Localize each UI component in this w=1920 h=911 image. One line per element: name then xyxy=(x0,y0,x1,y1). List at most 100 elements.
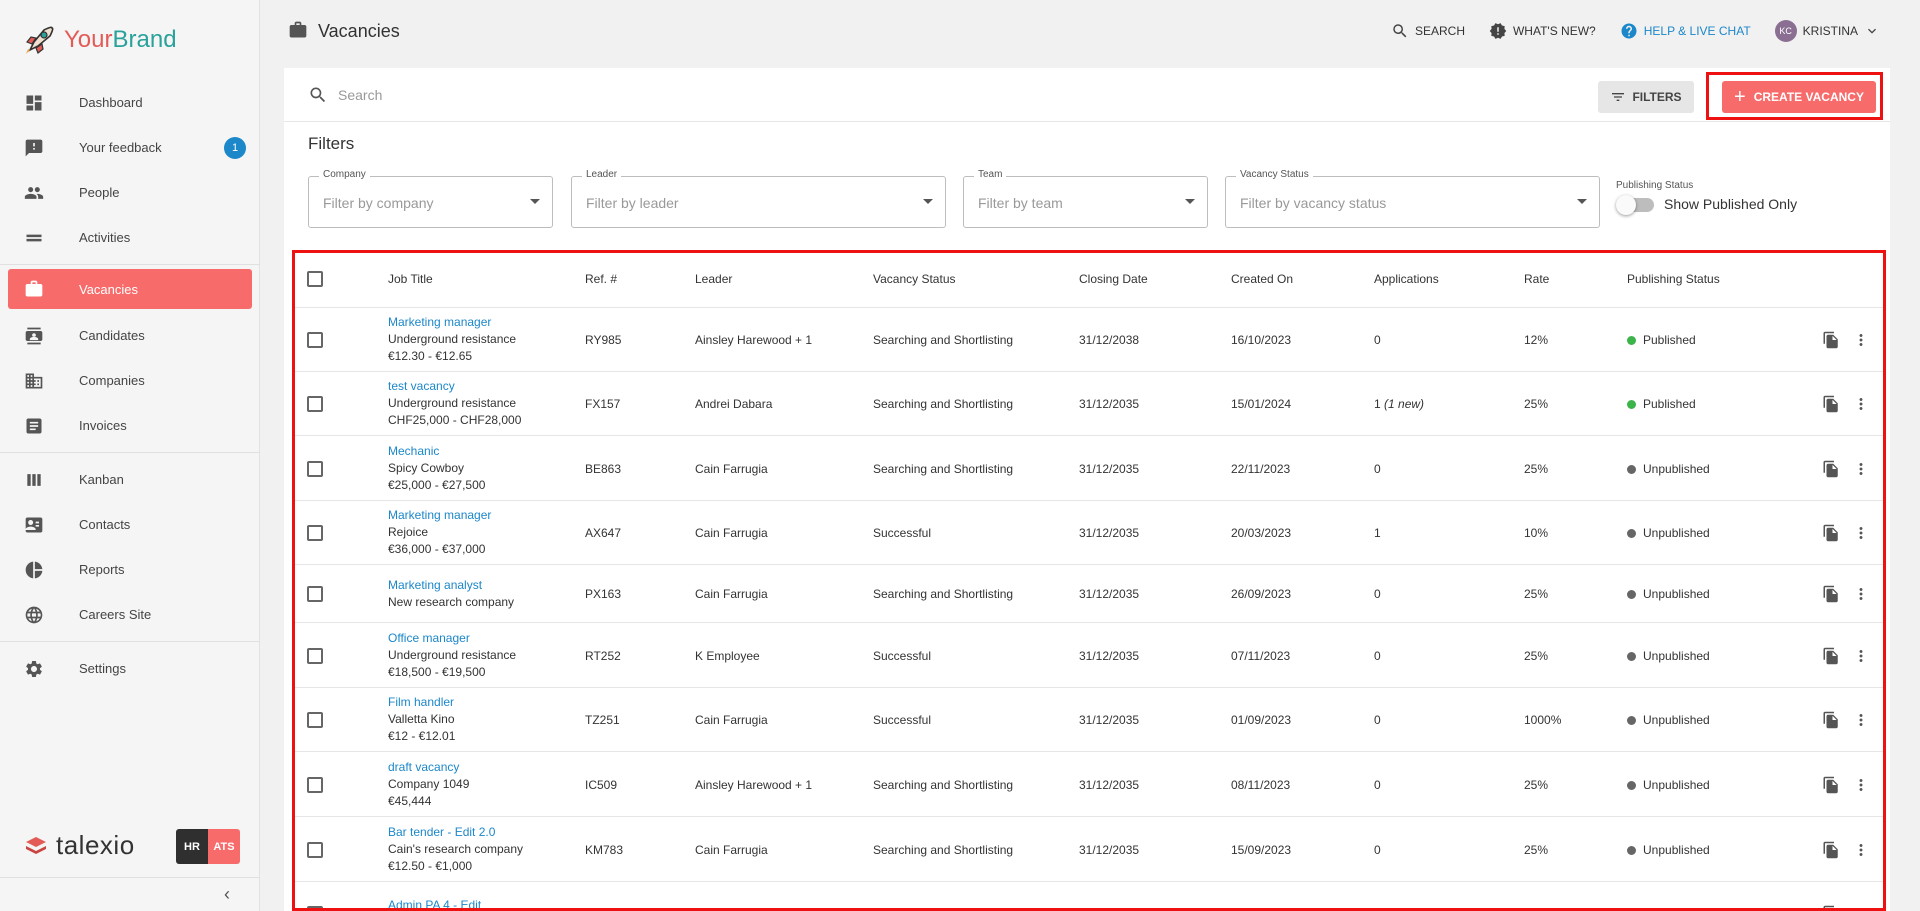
help-live-chat-button[interactable]: HELP & LIVE CHAT xyxy=(1620,22,1751,40)
sidebar-item-reports[interactable]: Reports xyxy=(8,547,252,592)
ats-toggle[interactable]: ATS xyxy=(208,829,240,864)
search-input[interactable] xyxy=(338,86,1338,103)
table-row[interactable]: draft vacancy Company 1049 €45,444 IC509 Ain… xyxy=(292,752,1886,817)
company-filter[interactable]: Company Filter by company xyxy=(308,169,553,228)
applications-link[interactable]: 1 xyxy=(1374,526,1381,540)
sidebar-item-candidates[interactable]: Candidates xyxy=(8,313,252,358)
row-checkbox[interactable] xyxy=(307,332,323,348)
more-vert-icon[interactable] xyxy=(1852,331,1870,352)
job-title-link[interactable]: Marketing manager xyxy=(388,314,516,331)
column-header-created-on[interactable]: Created On xyxy=(1231,272,1293,286)
duplicate-icon[interactable] xyxy=(1822,711,1840,732)
more-vert-icon[interactable] xyxy=(1852,905,1870,911)
job-title-link[interactable]: Bar tender - Edit 2.0 xyxy=(388,824,523,841)
column-header-publishing-status[interactable]: Publishing Status xyxy=(1627,272,1720,286)
applications-link[interactable]: 1 (1 new) xyxy=(1374,397,1424,411)
user-menu[interactable]: KC KRISTINA xyxy=(1774,20,1880,42)
job-title-link[interactable]: draft vacancy xyxy=(388,759,469,776)
sidebar-item-careers-site[interactable]: Careers Site xyxy=(8,592,252,637)
column-header-ref[interactable]: Ref. # xyxy=(585,272,617,286)
leader-filter[interactable]: Leader Filter by leader xyxy=(571,169,946,228)
table-row[interactable]: Marketing manager Rejoice €36,000 - €37,00… xyxy=(292,501,1886,565)
sidebar-item-kanban[interactable]: Kanban xyxy=(8,457,252,502)
duplicate-icon[interactable] xyxy=(1822,331,1840,352)
job-title-link[interactable]: Film handler xyxy=(388,694,455,711)
column-header-applications[interactable]: Applications xyxy=(1374,272,1439,286)
more-vert-icon[interactable] xyxy=(1852,647,1870,668)
row-checkbox[interactable] xyxy=(307,586,323,602)
sidebar-item-settings[interactable]: Settings xyxy=(8,646,252,691)
row-checkbox[interactable] xyxy=(307,712,323,728)
table-row[interactable]: Film handler Valletta Kino €12 - €12.01 TZ2… xyxy=(292,688,1886,752)
row-checkbox[interactable] xyxy=(307,525,323,541)
row-checkbox[interactable] xyxy=(307,777,323,793)
sidebar-item-companies[interactable]: Companies xyxy=(8,358,252,403)
table-row[interactable]: Mechanic Spicy Cowboy €25,000 - €27,500 BE8… xyxy=(292,436,1886,501)
table-row[interactable]: Admin PA 4 - EditCain's research company… xyxy=(292,882,1886,911)
global-search-button[interactable]: SEARCH xyxy=(1391,22,1465,40)
more-vert-icon[interactable] xyxy=(1852,460,1870,481)
column-header-leader[interactable]: Leader xyxy=(695,272,732,286)
applications-link[interactable]: 0 xyxy=(1374,778,1381,792)
job-title-link[interactable]: Admin PA 4 - Edit xyxy=(388,897,523,911)
duplicate-icon[interactable] xyxy=(1822,905,1840,911)
sidebar-item-vacancies[interactable]: Vacancies xyxy=(8,269,252,309)
more-vert-icon[interactable] xyxy=(1852,395,1870,416)
table-row[interactable]: Marketing analyst New research company PX1… xyxy=(292,565,1886,623)
job-company: Valletta Kino xyxy=(388,712,455,726)
column-header-job-title[interactable]: Job Title xyxy=(388,272,433,286)
collapse-sidebar-button[interactable]: ‹ xyxy=(0,877,260,911)
sidebar-item-feedback[interactable]: Your feedback 1 xyxy=(8,125,252,170)
row-checkbox[interactable] xyxy=(307,906,323,911)
whats-new-button[interactable]: WHAT'S NEW? xyxy=(1489,22,1596,40)
sidebar-item-contacts[interactable]: Contacts xyxy=(8,502,252,547)
team-filter[interactable]: Team Filter by team xyxy=(963,169,1208,228)
duplicate-icon[interactable] xyxy=(1822,395,1840,416)
hr-toggle[interactable]: HR xyxy=(176,829,208,864)
row-checkbox[interactable] xyxy=(307,648,323,664)
applications-link[interactable]: 0 xyxy=(1374,649,1381,663)
applications-link[interactable]: 0 xyxy=(1374,907,1381,911)
select-all-checkbox[interactable] xyxy=(307,271,323,287)
job-title-link[interactable]: Office manager xyxy=(388,630,516,647)
vacancy-status-filter[interactable]: Vacancy Status Filter by vacancy status xyxy=(1225,169,1600,228)
sidebar-item-people[interactable]: People xyxy=(8,170,252,215)
row-checkbox[interactable] xyxy=(307,396,323,412)
more-vert-icon[interactable] xyxy=(1852,841,1870,862)
column-header-rate[interactable]: Rate xyxy=(1524,272,1549,286)
sidebar-item-dashboard[interactable]: Dashboard xyxy=(8,80,252,125)
sidebar-item-activities[interactable]: Activities xyxy=(8,215,252,260)
more-vert-icon[interactable] xyxy=(1852,711,1870,732)
job-title-link[interactable]: Marketing manager xyxy=(388,507,491,524)
applications-link[interactable]: 0 xyxy=(1374,462,1381,476)
duplicate-icon[interactable] xyxy=(1822,647,1840,668)
more-vert-icon[interactable] xyxy=(1852,585,1870,606)
hr-ats-switch[interactable]: HR ATS xyxy=(176,829,240,864)
applications-link[interactable]: 0 xyxy=(1374,333,1381,347)
applications-link[interactable]: 0 xyxy=(1374,587,1381,601)
more-vert-icon[interactable] xyxy=(1852,776,1870,797)
published-only-toggle[interactable] xyxy=(1616,195,1654,215)
duplicate-icon[interactable] xyxy=(1822,776,1840,797)
row-checkbox[interactable] xyxy=(307,461,323,477)
brand-logo[interactable]: YourBrand xyxy=(0,0,259,80)
more-vert-icon[interactable] xyxy=(1852,524,1870,545)
sidebar-item-invoices[interactable]: Invoices xyxy=(8,403,252,448)
filters-button[interactable]: FILTERS xyxy=(1598,81,1694,113)
job-title-link[interactable]: test vacancy xyxy=(388,378,521,395)
applications-link[interactable]: 0 xyxy=(1374,713,1381,727)
table-row[interactable]: Office manager Underground resistance €18,… xyxy=(292,623,1886,688)
duplicate-icon[interactable] xyxy=(1822,460,1840,481)
duplicate-icon[interactable] xyxy=(1822,585,1840,606)
job-title-link[interactable]: Mechanic xyxy=(388,443,485,460)
job-title-link[interactable]: Marketing analyst xyxy=(388,577,514,594)
applications-link[interactable]: 0 xyxy=(1374,843,1381,857)
table-row[interactable]: Bar tender - Edit 2.0 Cain's research com… xyxy=(292,817,1886,882)
row-checkbox[interactable] xyxy=(307,842,323,858)
duplicate-icon[interactable] xyxy=(1822,841,1840,862)
duplicate-icon[interactable] xyxy=(1822,524,1840,545)
column-header-vacancy-status[interactable]: Vacancy Status xyxy=(873,272,956,286)
column-header-closing-date[interactable]: Closing Date xyxy=(1079,272,1148,286)
table-row[interactable]: test vacancy Underground resistance CHF25,… xyxy=(292,372,1886,436)
table-row[interactable]: Marketing manager Underground resistance €… xyxy=(292,308,1886,372)
